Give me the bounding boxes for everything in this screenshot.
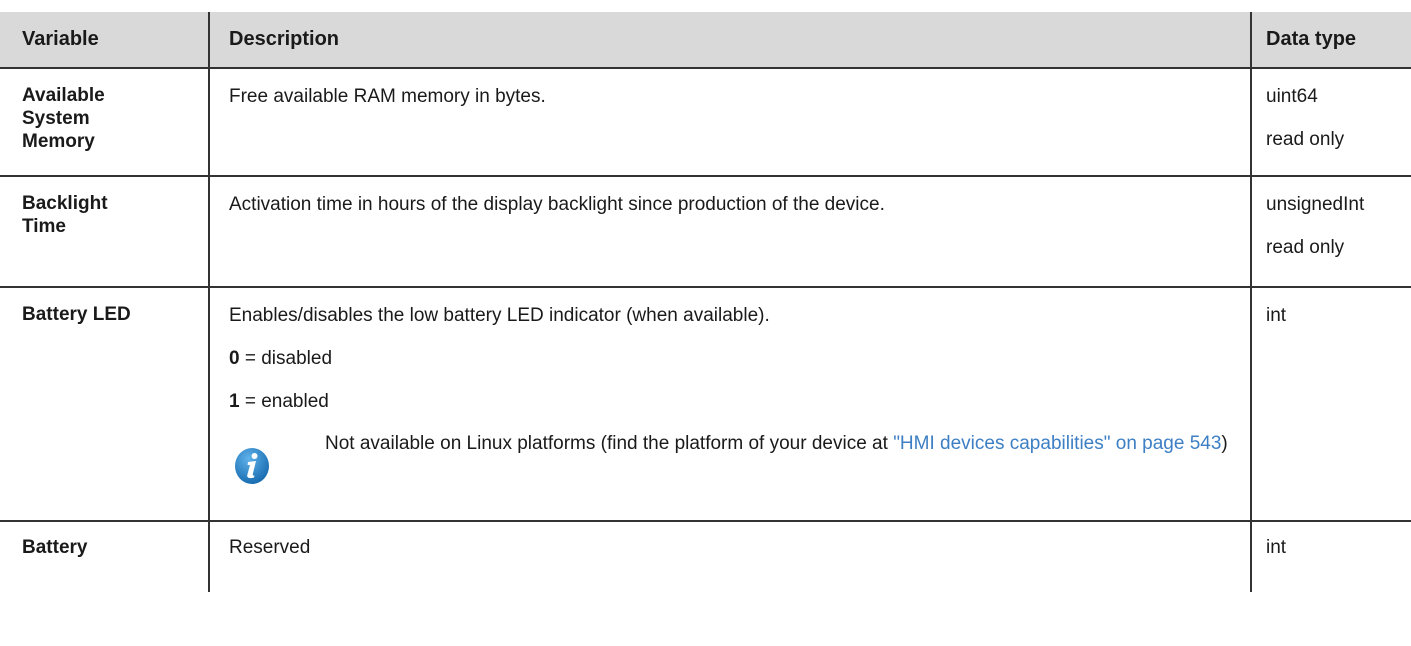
description-text: Reserved [229,537,311,558]
option-enabled: 1 = enabled [229,390,1238,413]
table-row: Backlight Time Activation time in hours … [0,175,1411,287]
data-type-text: unsignedInt [1266,194,1365,215]
variable-name-cell: Battery [0,520,209,592]
option-disabled: 0 = disabled [229,347,1238,370]
note-text-before: Not available on Linux platforms (find t… [325,433,894,454]
data-type-text: uint64 [1266,86,1318,107]
access-text: read only [1266,129,1345,150]
variable-name-line: Memory [22,131,95,152]
variable-name-cell: Available System Memory [0,67,209,176]
header-description: Description [208,12,1251,68]
info-note: Not available on Linux platforms (find t… [229,431,1238,485]
description-cell: Activation time in hours of the display … [208,175,1251,287]
data-type-text: int [1266,537,1287,558]
info-icon [235,448,269,484]
header-variable: Variable [22,28,99,50]
data-type-cell: uint64 read only [1250,67,1411,176]
variable-name-line: Backlight [22,193,108,214]
description-cell: Free available RAM memory in bytes. [208,67,1251,176]
variable-name-line: Available [22,85,105,106]
data-type-cell: int [1250,286,1411,521]
variable-name-line: System [22,108,90,129]
data-type-cell: unsignedInt read only [1250,175,1411,287]
variables-table-container: Variable Description Data type Available… [0,12,1411,592]
option-label: = enabled [239,391,329,412]
description-text: Enables/disables the low battery LED ind… [229,305,770,326]
variable-name-line: Battery [22,537,88,558]
option-label: = disabled [239,348,333,369]
variable-name-line: Time [22,216,67,237]
description-cell: Reserved [208,520,1251,592]
header-data-type: Data type [1250,12,1411,68]
description-cell: Enables/disables the low battery LED ind… [208,286,1251,521]
variable-name-line: Battery LED [22,304,131,325]
variable-name-cell: Battery LED [0,286,209,521]
variables-table: Variable Description Data type Available… [0,12,1411,592]
variable-name-cell: Backlight Time [0,175,209,287]
note-text-after: ) [1221,433,1228,454]
data-type-cell: int [1250,520,1411,592]
access-text: read only [1266,237,1345,258]
table-row: Battery LED Enables/disables the low bat… [0,286,1411,521]
option-value: 1 [229,391,240,412]
option-value: 0 [229,348,240,369]
data-type-text: int [1266,305,1287,326]
hmi-capabilities-link[interactable]: "HMI devices capabilities" on page 543 [893,433,1221,454]
table-header-row: Variable Description Data type [0,12,1411,68]
description-text: Activation time in hours of the display … [229,194,885,215]
table-row: Battery Reserved int [0,520,1411,592]
description-text: Free available RAM memory in bytes. [229,86,546,107]
table-row: Available System Memory Free available R… [0,67,1411,176]
note-text: Not available on Linux platforms (find t… [325,431,1228,457]
